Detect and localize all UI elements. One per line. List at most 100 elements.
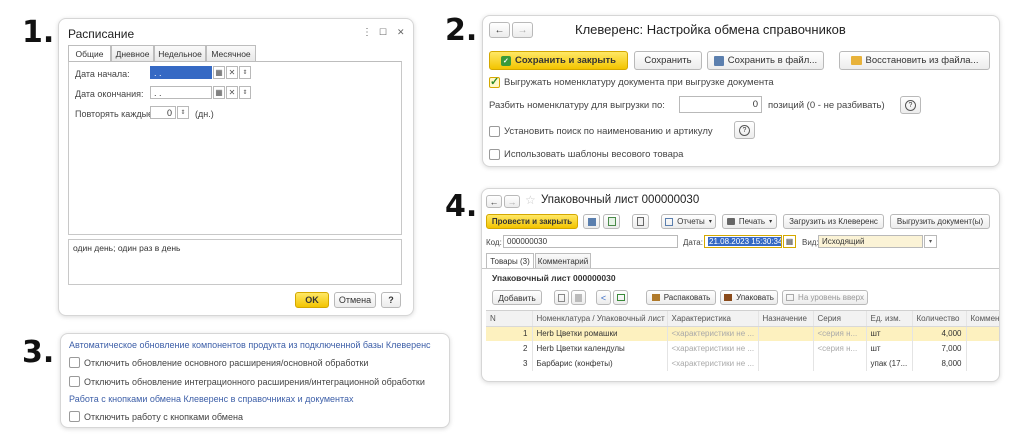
- spin-icon[interactable]: ⇕: [239, 86, 251, 99]
- back-arrow-icon[interactable]: ←: [489, 22, 510, 38]
- search-by-name-label: Установить поиск по наименованию и артик…: [504, 126, 713, 137]
- row-number: 3: [486, 356, 533, 371]
- row-name: Herb Цветки ромашки: [532, 326, 668, 341]
- row-comment: [966, 341, 999, 356]
- column-header[interactable]: Количество: [912, 311, 967, 327]
- list-icon: [637, 217, 644, 226]
- start-date-input[interactable]: . .: [150, 66, 212, 79]
- date-value: 21.08.2023 15:30:34: [708, 237, 782, 246]
- structure-button[interactable]: [632, 214, 649, 229]
- back-arrow-icon[interactable]: ←: [486, 195, 502, 208]
- unpack-button[interactable]: Распаковать: [646, 290, 716, 305]
- pack-button[interactable]: Упаковать: [720, 290, 778, 305]
- exchange-buttons-link[interactable]: Работа с кнопками обмена Клеверенс в спр…: [69, 394, 354, 404]
- unload-documents-button[interactable]: Выгрузить документ(ы): [890, 214, 990, 229]
- copy-button[interactable]: [554, 290, 569, 305]
- column-header[interactable]: Коммен: [966, 311, 999, 327]
- auto-update-link[interactable]: Автоматическое обновление компонентов пр…: [69, 340, 431, 350]
- disable-main-update-checkbox[interactable]: [69, 357, 80, 368]
- more-icon[interactable]: ⋮: [362, 27, 372, 38]
- level-up-button[interactable]: На уровень вверх: [782, 290, 868, 305]
- help-button[interactable]: ?: [381, 292, 401, 308]
- column-header[interactable]: Характеристика: [667, 311, 759, 327]
- column-header[interactable]: Ед. изм.: [866, 311, 913, 327]
- clear-icon[interactable]: ✕: [226, 66, 238, 79]
- post-button[interactable]: [603, 214, 620, 229]
- save-to-file-button[interactable]: Сохранить в файл...: [707, 51, 824, 70]
- add-button[interactable]: Добавить: [492, 290, 542, 305]
- save-button[interactable]: Сохранить: [634, 51, 702, 70]
- table-header: N Номенклатура / Упаковочный лист Характ…: [486, 311, 999, 327]
- dropdown-arrow-icon[interactable]: ▾: [924, 235, 937, 248]
- column-header[interactable]: N: [486, 311, 533, 327]
- table-row[interactable]: 3 Барбарис (конфеты) <характеристики не …: [486, 356, 999, 371]
- restore-from-file-button[interactable]: Восстановить из файла...: [839, 51, 990, 70]
- save-close-button[interactable]: ✓ Сохранить и закрыть: [489, 51, 628, 70]
- dialog-title: Расписание: [68, 27, 135, 41]
- save-button[interactable]: [583, 214, 600, 229]
- reports-button[interactable]: Отчеты ▾: [661, 214, 716, 229]
- split-suffix: позиций (0 - не разбивать): [768, 100, 885, 111]
- export-nomenclature-checkbox[interactable]: ✓: [489, 76, 500, 88]
- code-input[interactable]: 000000030: [503, 235, 678, 248]
- scan-button[interactable]: [613, 290, 628, 305]
- tab-daily[interactable]: Дневное: [111, 45, 154, 61]
- clear-icon[interactable]: ✕: [226, 86, 238, 99]
- row-unit: шт: [866, 341, 913, 356]
- column-header[interactable]: Номенклатура / Упаковочный лист: [532, 311, 668, 327]
- forward-arrow-icon[interactable]: →: [504, 195, 520, 208]
- unpack-label: Распаковать: [663, 293, 711, 302]
- tab-general[interactable]: Общие: [68, 45, 111, 62]
- post-close-button[interactable]: Провести и закрыть: [486, 214, 578, 229]
- tab-comment[interactable]: Комментарий: [535, 253, 591, 268]
- window-title: Клеверенс: Настройка обмена справочников: [575, 22, 846, 37]
- paste-button[interactable]: [571, 290, 586, 305]
- help-button[interactable]: ?: [734, 121, 755, 139]
- calendar-icon[interactable]: ▦: [213, 66, 225, 79]
- table-row[interactable]: 1 Herb Цветки ромашки <характеристики не…: [486, 326, 999, 341]
- cancel-button[interactable]: Отмена: [334, 292, 376, 308]
- repeat-input[interactable]: 0: [150, 106, 176, 119]
- favorite-star-icon[interactable]: ☆: [525, 193, 536, 207]
- disable-integration-update-checkbox[interactable]: [69, 376, 80, 387]
- tab-weekly[interactable]: Недельное: [154, 45, 206, 61]
- forward-arrow-icon[interactable]: →: [512, 22, 533, 38]
- ok-button[interactable]: OK: [295, 292, 329, 308]
- tab-monthly[interactable]: Месячное: [206, 45, 256, 61]
- spin-icon[interactable]: ⇕: [239, 66, 251, 79]
- calendar-icon[interactable]: ▦: [213, 86, 225, 99]
- date-input[interactable]: 21.08.2023 15:30:34: [704, 235, 782, 248]
- split-label: Разбить номенклатуру для выгрузки по:: [489, 100, 665, 111]
- label-1: 1.: [22, 15, 55, 50]
- level-up-icon: [786, 294, 795, 301]
- end-date-input[interactable]: . .: [150, 86, 212, 99]
- kind-select[interactable]: Исходящий: [818, 235, 923, 248]
- weight-template-checkbox[interactable]: [489, 149, 500, 160]
- print-button[interactable]: Печать ▾: [722, 214, 777, 229]
- maximize-icon[interactable]: ☐: [379, 27, 387, 38]
- calendar-icon[interactable]: ▦: [783, 235, 796, 248]
- help-button[interactable]: ?: [900, 96, 921, 114]
- row-destination: [758, 356, 814, 371]
- row-unit: упак (17...: [866, 356, 913, 371]
- tab-goods[interactable]: Товары (3): [486, 253, 534, 268]
- tab-divider: [482, 268, 999, 269]
- share-button[interactable]: <: [596, 290, 611, 305]
- search-by-name-checkbox[interactable]: [489, 126, 500, 137]
- column-header[interactable]: Назначение: [758, 311, 814, 327]
- load-from-cleverence-button[interactable]: Загрузить из Клеверенс: [783, 214, 884, 229]
- help-icon: ?: [905, 99, 916, 111]
- row-characteristic: <характеристики не ...: [667, 356, 759, 371]
- row-series: [813, 356, 867, 371]
- close-icon[interactable]: ✕: [397, 27, 405, 38]
- column-header[interactable]: Серия: [813, 311, 867, 327]
- row-comment: [966, 326, 999, 341]
- end-date-label: Дата окончания:: [75, 89, 144, 99]
- report-icon: [665, 217, 674, 226]
- disable-exchange-buttons-checkbox[interactable]: [69, 411, 80, 422]
- code-label: Код:: [486, 238, 502, 247]
- save-to-file-label: Сохранить в файл...: [727, 55, 818, 66]
- spin-icon[interactable]: ⇕: [177, 106, 189, 119]
- table-row[interactable]: 2 Herb Цветки календулы <характеристики …: [486, 341, 999, 356]
- split-input[interactable]: 0: [679, 96, 762, 113]
